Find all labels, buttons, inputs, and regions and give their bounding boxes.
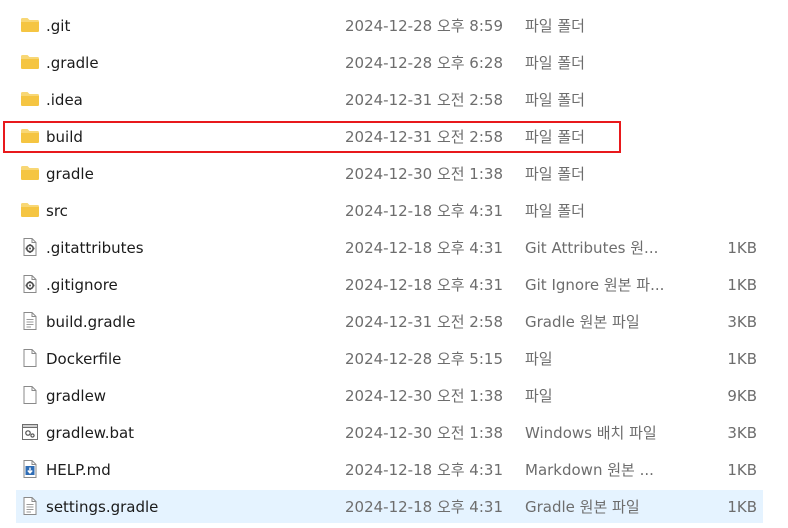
file-size: 1KB [727,350,757,368]
file-type: 파일 폴더 [525,202,585,220]
file-row-gradle[interactable]: .gradle 2024-12-28 오후 6:28 파일 폴더 [0,45,788,82]
file-date-modified: 2024-12-28 오후 5:15 [345,350,503,368]
file-row-src[interactable]: src 2024-12-18 오후 4:31 파일 폴더 [0,193,788,230]
file-name: build.gradle [46,313,136,331]
file-row-gradle[interactable]: gradle 2024-12-30 오전 1:38 파일 폴더 [0,156,788,193]
file-date-modified: 2024-12-28 오후 6:28 [345,54,503,72]
folder-icon [20,164,40,182]
file-row-help-md[interactable]: HELP.md 2024-12-18 오후 4:31 Markdown 원본 ...… [0,452,788,489]
file-size: 1KB [727,276,757,294]
file-type: Git Attributes 원... [525,239,659,257]
file-type: 파일 폴더 [525,54,585,72]
file-name: gradlew.bat [46,424,135,442]
file-date-modified: 2024-12-31 오전 2:58 [345,91,503,109]
file-date-modified: 2024-12-31 오전 2:58 [345,313,503,331]
file-type: 파일 폴더 [525,165,585,183]
file-date-modified: 2024-12-18 오후 4:31 [345,498,503,516]
text-file-icon [20,312,40,330]
blank-file-icon [20,349,40,367]
text-file-icon [20,497,40,515]
file-date-modified: 2024-12-18 오후 4:31 [345,202,503,220]
file-name: Dockerfile [46,350,122,368]
file-date-modified: 2024-12-30 오전 1:38 [345,165,503,183]
file-name: build [46,128,83,146]
file-size: 3KB [727,313,757,331]
file-row-gradlew-bat[interactable]: gradlew.bat 2024-12-30 오전 1:38 Windows 배치 … [0,415,788,452]
file-name: HELP.md [46,461,111,479]
file-date-modified: 2024-12-18 오후 4:31 [345,276,503,294]
file-name: .gradle [46,54,99,72]
file-row-gradlew[interactable]: gradlew 2024-12-30 오전 1:38 파일 9KB [0,378,788,415]
file-size: 1KB [727,239,757,257]
folder-icon [20,201,40,219]
folder-icon [20,16,40,34]
file-type: Gradle 원본 파일 [525,498,640,516]
file-date-modified: 2024-12-31 오전 2:58 [345,128,503,146]
folder-icon [20,127,40,145]
file-size: 1KB [727,498,757,516]
file-name: gradle [46,165,94,183]
file-row-gitignore[interactable]: .gitignore 2024-12-18 오후 4:31 Git Ignore 원… [0,267,788,304]
file-list: .git 2024-12-28 오후 8:59 파일 폴더 .gradle 2024-1… [0,8,788,526]
file-type: 파일 폴더 [525,91,585,109]
file-size: 1KB [727,461,757,479]
file-name: .idea [46,91,83,109]
file-type: 파일 [525,387,553,405]
file-type: 파일 폴더 [525,128,585,146]
file-name: .git [46,17,71,35]
file-type: Markdown 원본 ... [525,461,654,479]
file-row-gitattributes[interactable]: .gitattributes 2024-12-18 오후 4:31 Git Attr… [0,230,788,267]
file-name: .gitattributes [46,239,144,257]
file-name: gradlew [46,387,107,405]
file-name: .gitignore [46,276,118,294]
file-size: 3KB [727,424,757,442]
folder-icon [20,53,40,71]
file-date-modified: 2024-12-30 오전 1:38 [345,424,503,442]
file-row-settings-gradle[interactable]: settings.gradle 2024-12-18 오후 4:31 Gradle … [0,489,788,526]
file-size: 9KB [727,387,757,405]
blank-file-icon [20,386,40,404]
file-type: Gradle 원본 파일 [525,313,640,331]
file-row-idea[interactable]: .idea 2024-12-31 오전 2:58 파일 폴더 [0,82,788,119]
file-date-modified: 2024-12-28 오후 8:59 [345,17,503,35]
config-file-icon [20,238,40,256]
file-type: 파일 [525,350,553,368]
file-row-build-gradle[interactable]: build.gradle 2024-12-31 오전 2:58 Gradle 원본 … [0,304,788,341]
file-type: Git Ignore 원본 파... [525,276,665,294]
file-type: 파일 폴더 [525,17,585,35]
file-date-modified: 2024-12-30 오전 1:38 [345,387,503,405]
markdown-file-icon [20,460,40,478]
folder-icon [20,90,40,108]
file-date-modified: 2024-12-18 오후 4:31 [345,239,503,257]
file-row-build[interactable]: build 2024-12-31 오전 2:58 파일 폴더 [0,119,788,156]
config-file-icon [20,275,40,293]
file-name: src [46,202,68,220]
file-date-modified: 2024-12-18 오후 4:31 [345,461,503,479]
file-row-git[interactable]: .git 2024-12-28 오후 8:59 파일 폴더 [0,8,788,45]
file-row-dockerfile[interactable]: Dockerfile 2024-12-28 오후 5:15 파일 1KB [0,341,788,378]
file-type: Windows 배치 파일 [525,424,657,442]
batch-file-icon [20,423,40,441]
file-name: settings.gradle [46,498,159,516]
